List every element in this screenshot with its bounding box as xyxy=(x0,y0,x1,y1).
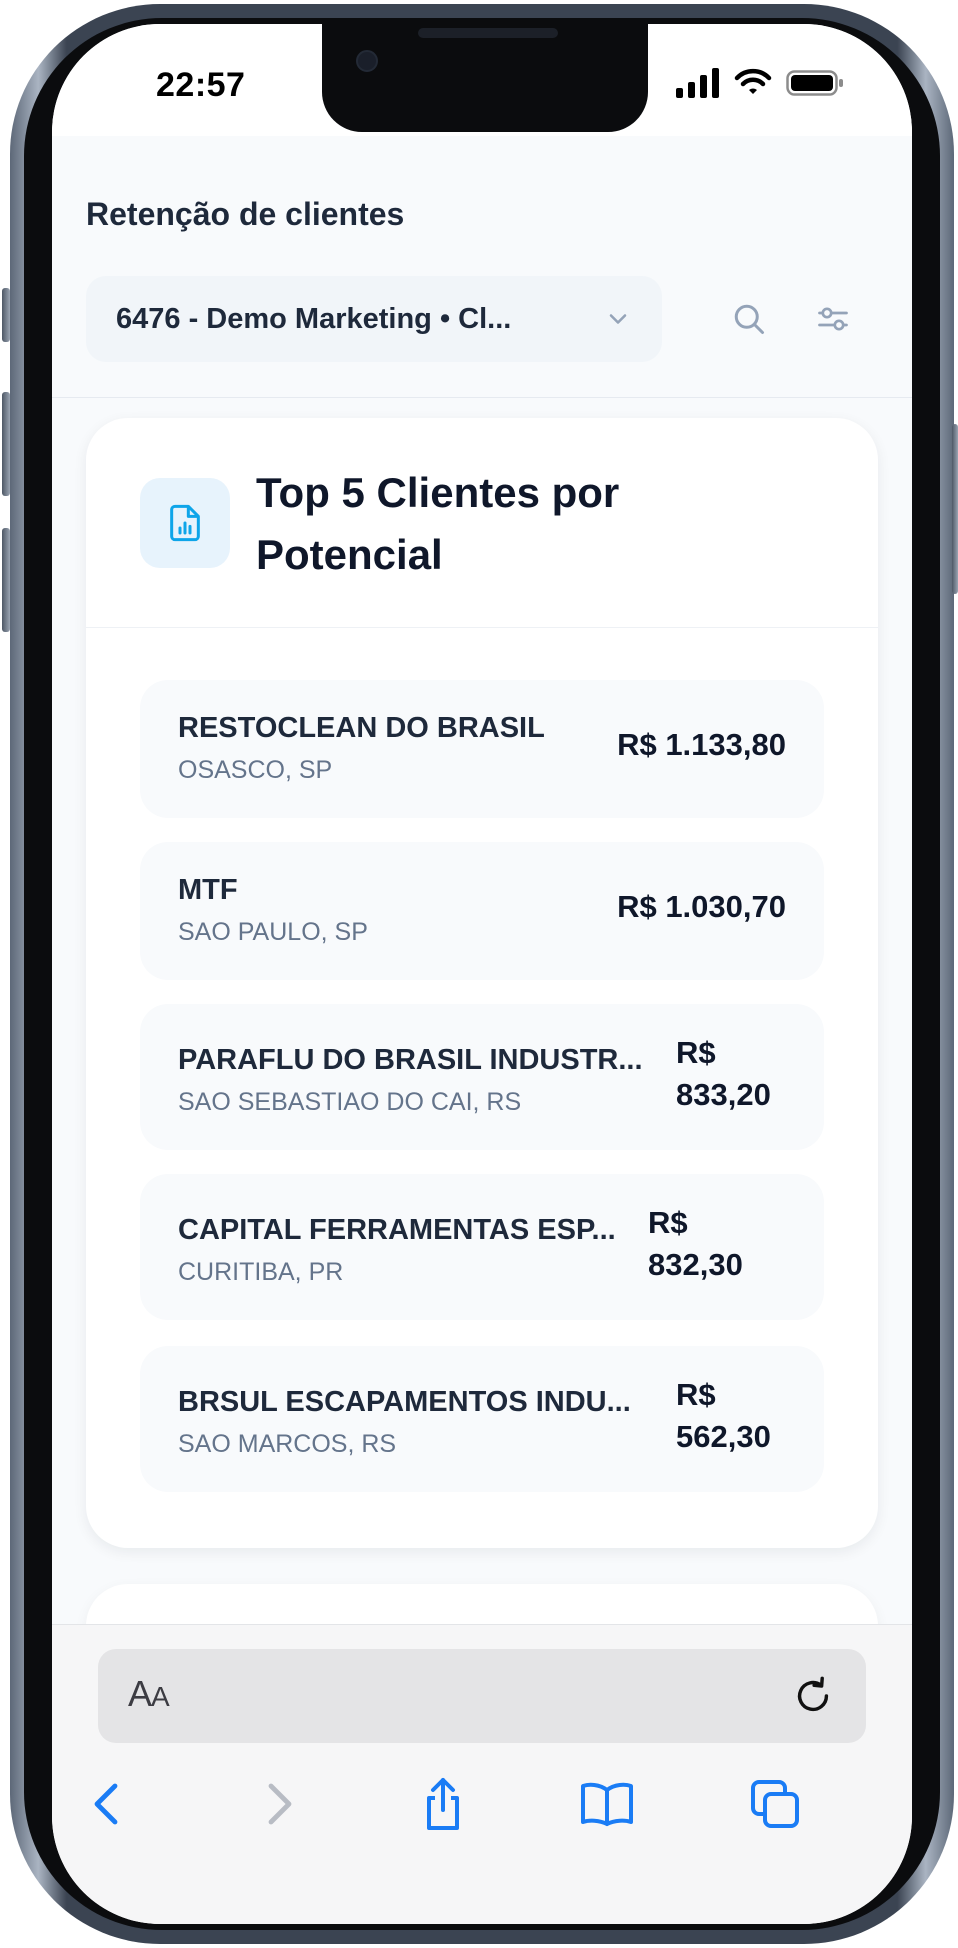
share-icon xyxy=(427,1778,459,1830)
sliders-icon xyxy=(818,307,848,331)
client-value-currency: R$ xyxy=(648,1205,688,1240)
client-row[interactable]: BRSUL ESCAPAMENTOS INDU... SAO MARCOS, R… xyxy=(140,1346,824,1492)
client-value-amount: 832,30 xyxy=(648,1247,743,1282)
screen: 22:57 Retenção de clientes 6476 - Demo M… xyxy=(52,24,912,1924)
forward-button[interactable] xyxy=(242,1769,312,1839)
client-value-amount: 833,20 xyxy=(676,1077,771,1112)
client-row[interactable]: PARAFLU DO BRASIL INDUSTR... SAO SEBASTI… xyxy=(140,1004,824,1150)
card-header: Top 5 Clientes por Potencial xyxy=(86,418,878,628)
speaker xyxy=(418,28,558,38)
reload-icon[interactable] xyxy=(790,1673,836,1719)
client-name: PARAFLU DO BRASIL INDUSTR... xyxy=(178,1044,643,1076)
volume-down-button xyxy=(2,528,10,632)
client-row[interactable]: RESTOCLEAN DO BRASIL OSASCO, SP R$ 1.133… xyxy=(140,680,824,818)
client-value: R$ 1.133,80 xyxy=(617,727,786,762)
card-title-line2: Potencial xyxy=(256,531,443,578)
card-icon-badge xyxy=(140,478,230,568)
browser-toolbar: AA xyxy=(52,1624,912,1924)
client-name: BRSUL ESCAPAMENTOS INDU... xyxy=(178,1386,631,1418)
aa-large: A xyxy=(128,1673,152,1714)
tabs-button[interactable] xyxy=(740,1769,810,1839)
client-row[interactable]: CAPITAL FERRAMENTAS ESP... CURITIBA, PR … xyxy=(140,1174,824,1320)
back-button[interactable] xyxy=(74,1769,144,1839)
chevron-down-icon xyxy=(609,314,627,324)
status-icons xyxy=(676,68,844,98)
silent-switch xyxy=(2,288,10,342)
book-icon xyxy=(581,1782,633,1826)
search-button[interactable] xyxy=(716,286,782,352)
client-value: R$ 833,20 xyxy=(676,1032,771,1116)
battery-icon xyxy=(786,70,843,96)
client-name: CAPITAL FERRAMENTAS ESP... xyxy=(178,1214,616,1246)
top-clients-card: Top 5 Clientes por Potencial RESTOCLEAN … xyxy=(86,418,878,1548)
client-selector-label: 6476 - Demo Marketing • Cl... xyxy=(116,302,512,335)
client-name: MTF xyxy=(178,874,238,906)
share-button[interactable] xyxy=(408,1769,478,1839)
bookmarks-button[interactable] xyxy=(572,1769,642,1839)
card-title-line1: Top 5 Clientes por xyxy=(256,469,620,516)
client-city: OSASCO, SP xyxy=(178,756,333,784)
address-bar[interactable]: AA xyxy=(98,1649,866,1743)
client-city: CURITIBA, PR xyxy=(178,1258,344,1286)
client-name: RESTOCLEAN DO BRASIL xyxy=(178,712,545,744)
card-title: Top 5 Clientes por Potencial xyxy=(256,462,726,586)
reader-options-button[interactable]: AA xyxy=(128,1673,170,1715)
aa-small: A xyxy=(151,1681,170,1712)
client-value: R$ 832,30 xyxy=(648,1202,743,1286)
client-city: SAO SEBASTIAO DO CAI, RS xyxy=(178,1088,522,1116)
client-city: SAO PAULO, SP xyxy=(178,918,368,946)
chevron-right-icon xyxy=(268,1783,292,1825)
client-city: SAO MARCOS, RS xyxy=(178,1430,397,1458)
status-time: 22:57 xyxy=(156,66,246,104)
file-chart-icon xyxy=(170,504,200,542)
client-row[interactable]: MTF SAO PAULO, SP R$ 1.030,70 xyxy=(140,842,824,980)
camera xyxy=(356,50,378,72)
app-header: Retenção de clientes 6476 - Demo Marketi… xyxy=(52,136,912,398)
volume-up-button xyxy=(2,392,10,496)
power-button xyxy=(952,424,958,594)
search-icon xyxy=(734,304,764,334)
filter-button[interactable] xyxy=(800,286,866,352)
cellular-signal-icon xyxy=(676,68,719,98)
client-selector[interactable]: 6476 - Demo Marketing • Cl... xyxy=(86,276,662,362)
chevron-left-icon xyxy=(94,1783,118,1825)
client-value-currency: R$ xyxy=(676,1377,716,1412)
tabs-icon xyxy=(751,1780,799,1828)
client-value: R$ 562,30 xyxy=(676,1374,771,1458)
client-value-amount: 562,30 xyxy=(676,1419,771,1454)
wifi-icon xyxy=(734,68,772,94)
page-title: Retenção de clientes xyxy=(86,196,405,232)
client-value-currency: R$ xyxy=(676,1035,716,1070)
client-value: R$ 1.030,70 xyxy=(617,889,786,924)
notch xyxy=(322,24,648,132)
